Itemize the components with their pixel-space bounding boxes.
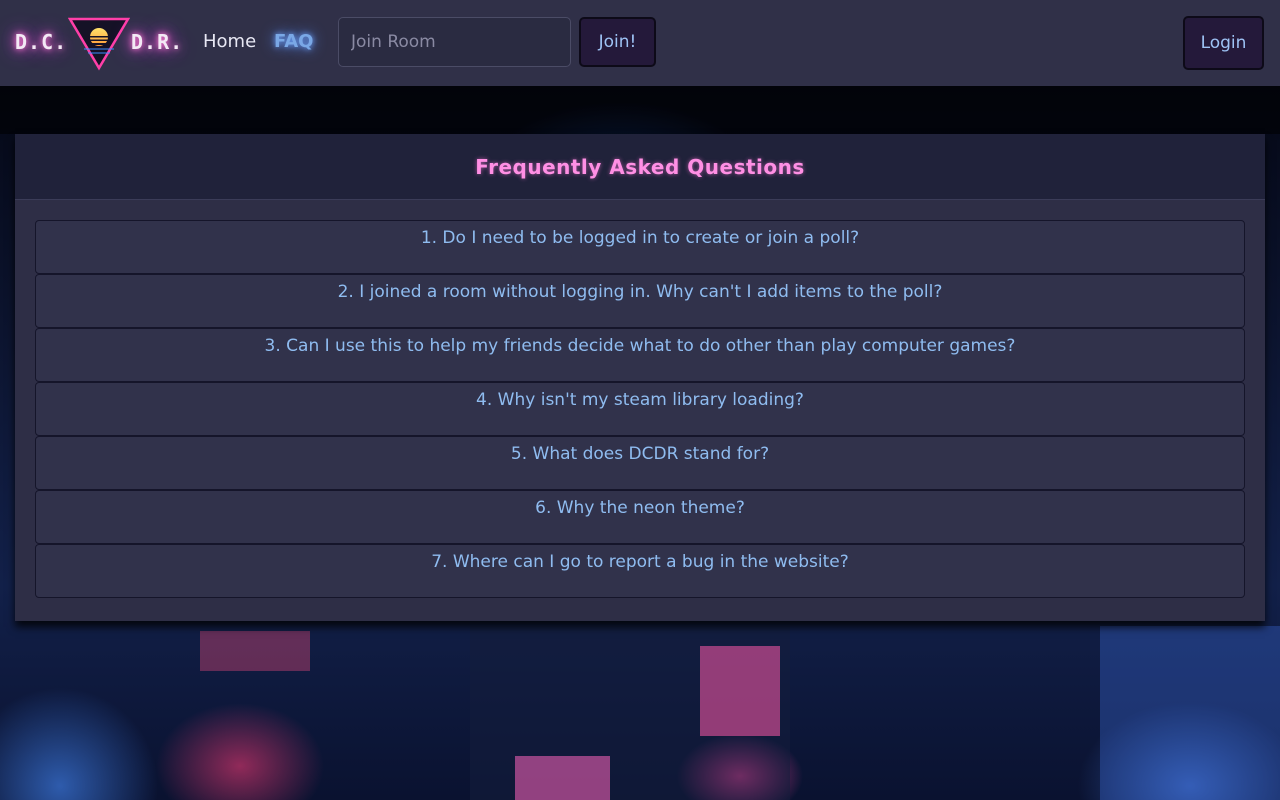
faq-list: 1. Do I need to be logged in to create o… (15, 200, 1265, 598)
faq-card: Frequently Asked Questions 1. Do I need … (15, 134, 1265, 621)
brand-text-left: D.C. (15, 30, 68, 54)
join-button[interactable]: Join! (579, 17, 656, 67)
faq-item-6[interactable]: 6. Why the neon theme? (35, 490, 1245, 544)
nav-link-faq[interactable]: FAQ (274, 31, 313, 52)
nav-link-home[interactable]: Home (203, 31, 256, 52)
faq-question: 6. Why the neon theme? (535, 498, 745, 518)
faq-question: 5. What does DCDR stand for? (510, 444, 770, 464)
faq-item-2[interactable]: 2. I joined a room without logging in. W… (35, 274, 1245, 328)
faq-item-5[interactable]: 5. What does DCDR stand for? (35, 436, 1245, 490)
faq-item-7[interactable]: 7. Where can I go to report a bug in the… (35, 544, 1245, 598)
faq-question: 3. Can I use this to help my friends dec… (264, 336, 1016, 356)
neon-sunset-triangle-icon[interactable] (68, 17, 130, 71)
faq-question: 7. Where can I go to report a bug in the… (431, 552, 849, 572)
join-room-input[interactable] (338, 17, 571, 67)
faq-item-1[interactable]: 1. Do I need to be logged in to create o… (35, 220, 1245, 274)
faq-question: 4. Why isn't my steam library loading? (476, 390, 804, 410)
brand-text-right: D.R. (131, 30, 184, 54)
page-title: Frequently Asked Questions (475, 154, 805, 179)
navbar: D.C. D.R. Home FAQ Join! Login (0, 0, 1280, 86)
login-button[interactable]: Login (1183, 16, 1264, 70)
faq-card-header: Frequently Asked Questions (15, 134, 1265, 200)
faq-item-3[interactable]: 3. Can I use this to help my friends dec… (35, 328, 1245, 382)
faq-question: 2. I joined a room without logging in. W… (337, 282, 943, 302)
faq-item-4[interactable]: 4. Why isn't my steam library loading? (35, 382, 1245, 436)
faq-question: 1. Do I need to be logged in to create o… (420, 228, 860, 248)
